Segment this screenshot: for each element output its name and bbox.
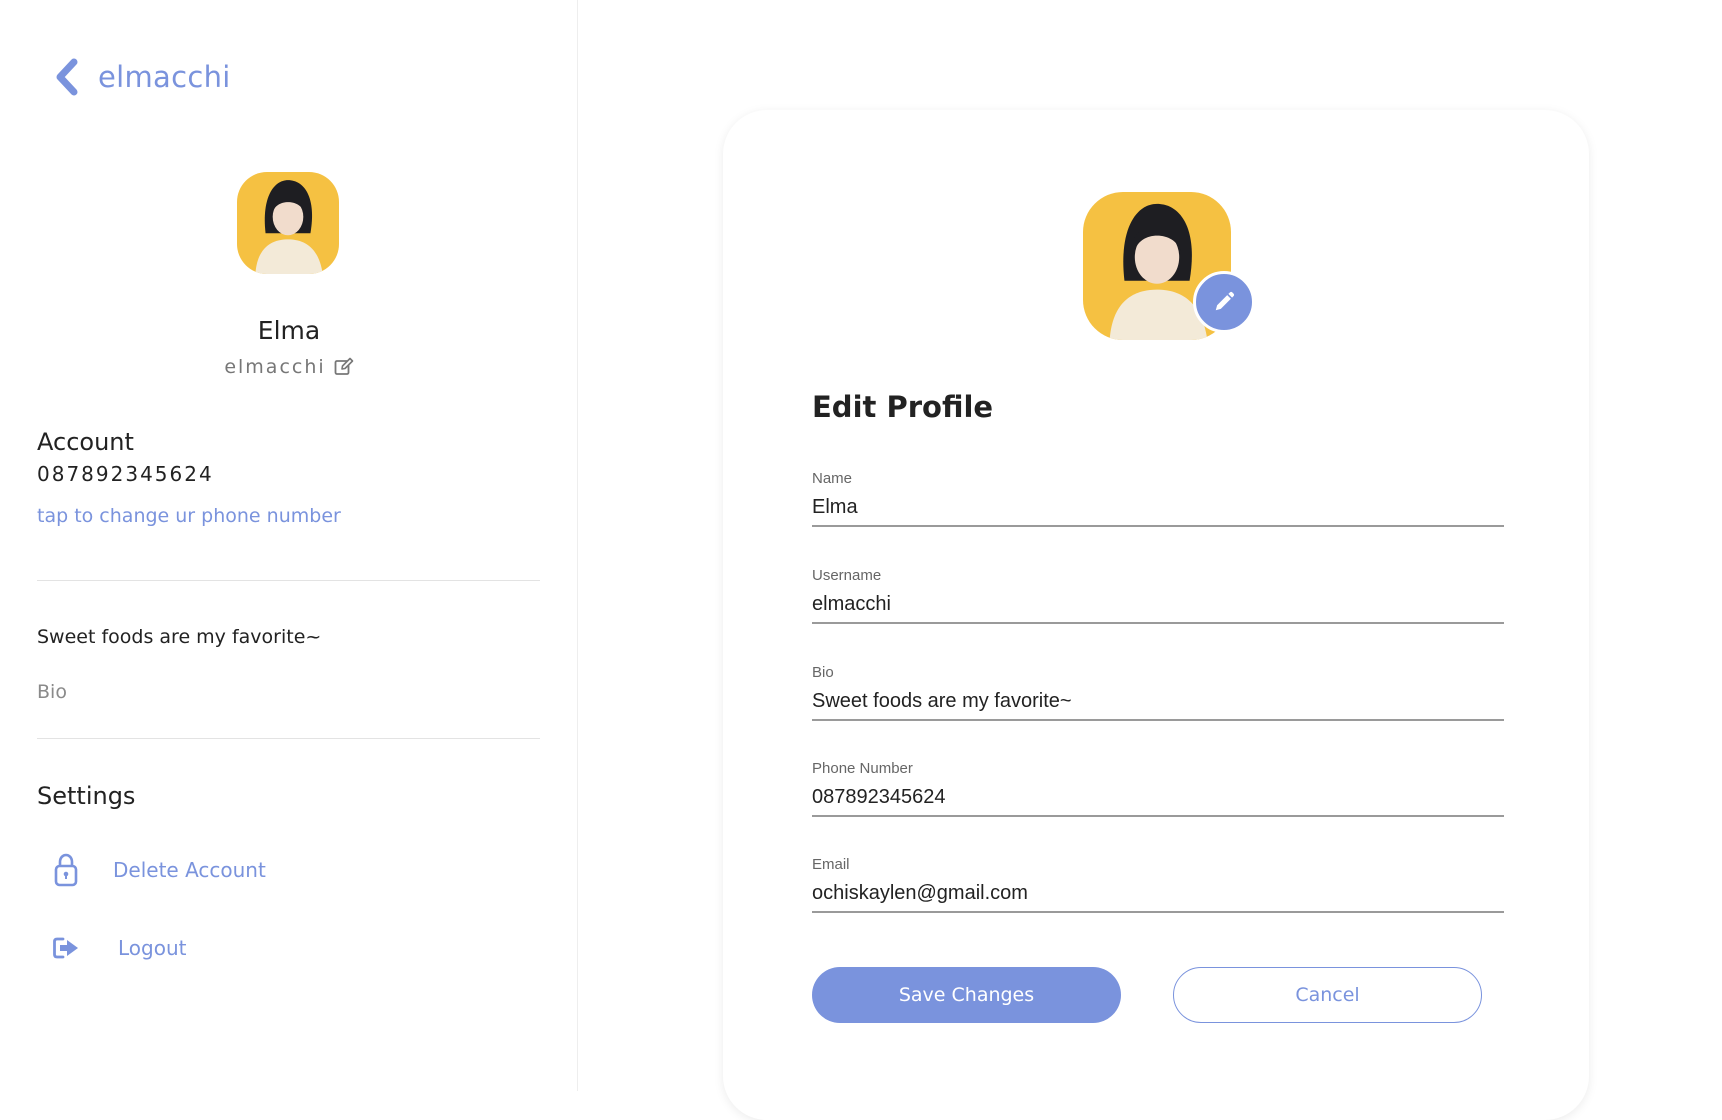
name-field: Name — [812, 470, 1504, 527]
avatar — [237, 172, 339, 274]
bio-input[interactable] — [812, 690, 1504, 719]
email-field: Email — [812, 856, 1504, 913]
logout-icon — [52, 931, 80, 965]
cancel-button[interactable]: Cancel — [1173, 967, 1482, 1023]
profile-name: Elma — [257, 316, 321, 345]
username-field: Username — [812, 567, 1504, 624]
email-label: Email — [812, 856, 850, 873]
delete-account-label: Delete Account — [113, 858, 266, 882]
bio-caption: Bio — [37, 681, 67, 703]
logout-button[interactable]: Logout — [52, 931, 186, 965]
sidebar: elmacchi Elma elmacchi Account 087892345… — [0, 0, 578, 1091]
back-button[interactable]: elmacchi — [54, 58, 231, 96]
edit-icon[interactable] — [334, 357, 354, 377]
name-input[interactable] — [812, 496, 1504, 525]
back-title: elmacchi — [98, 60, 231, 94]
lock-icon — [52, 853, 80, 887]
profile-username: elmacchi — [224, 356, 326, 378]
page-title: Edit Profile — [812, 390, 994, 424]
bio-label: Bio — [812, 664, 834, 681]
phone-field: Phone Number — [812, 760, 1504, 817]
logout-label: Logout — [118, 936, 187, 960]
save-button[interactable]: Save Changes — [812, 967, 1121, 1023]
account-title: Account — [37, 428, 134, 456]
divider — [37, 580, 540, 581]
settings-title: Settings — [37, 782, 136, 810]
change-phone-link[interactable]: tap to change ur phone number — [37, 505, 341, 527]
divider — [37, 738, 540, 739]
username-input[interactable] — [812, 593, 1504, 622]
username-label: Username — [812, 567, 882, 584]
username-row: elmacchi — [0, 356, 578, 378]
bio-field: Bio — [812, 664, 1504, 721]
phone-input[interactable] — [812, 786, 1504, 815]
email-input[interactable] — [812, 882, 1504, 911]
name-label: Name — [812, 470, 853, 487]
delete-account-button[interactable]: Delete Account — [52, 853, 266, 887]
account-phone: 087892345624 — [37, 462, 214, 486]
avatar-image — [237, 172, 339, 274]
bio-text: Sweet foods are my favorite~ — [37, 626, 322, 648]
change-photo-button[interactable] — [1193, 271, 1255, 333]
chevron-left-icon — [56, 58, 78, 96]
phone-label: Phone Number — [812, 760, 913, 777]
pencil-icon — [1215, 291, 1235, 311]
